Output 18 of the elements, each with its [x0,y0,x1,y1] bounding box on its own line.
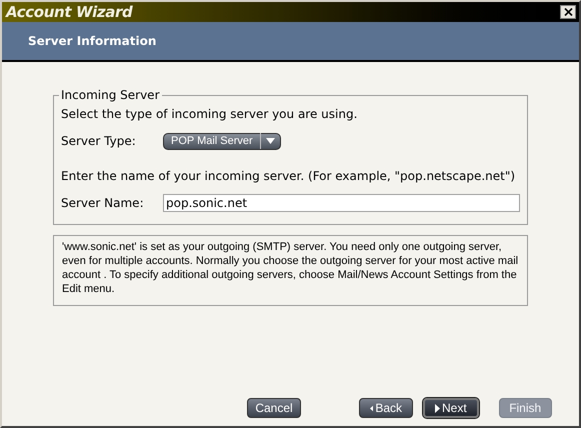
left-triangle-icon [370,404,374,412]
info-text: 'www.sonic.net' is set as your outgoing (SMTP) server. You need only one outgoing server, even for multiple accounts. Normally you choose the outgoing server for your most active mail account . To specify additional outgoing servers, choose Mail/News Account Settings from the Edit menu. [62,240,519,296]
wizard-button[interactable]: Cancel [247,398,301,418]
close-button[interactable] [560,5,576,19]
wizard-button[interactable]: Back [359,398,413,418]
group-label: Incoming Server [60,87,160,104]
field-label: Server Name: [61,195,145,212]
right-triangle-icon [435,404,440,412]
instruction-text: Enter the name of your incoming server. (For example, "pop.netscape.net") [61,168,516,185]
wizard-button[interactable]: Next [423,398,479,418]
server-name-field[interactable]: pop.sonic.net [163,194,520,212]
instruction-text: Select the type of incoming server you are using. [61,106,358,123]
caret-icon [266,138,275,144]
field-label: Server Type: [61,133,137,150]
close-icon [564,8,572,16]
window-title: Account Wizard [6,4,132,20]
page-title: Server Information [28,33,156,50]
server-type-dropdown[interactable]: POP Mail Server [163,132,281,150]
